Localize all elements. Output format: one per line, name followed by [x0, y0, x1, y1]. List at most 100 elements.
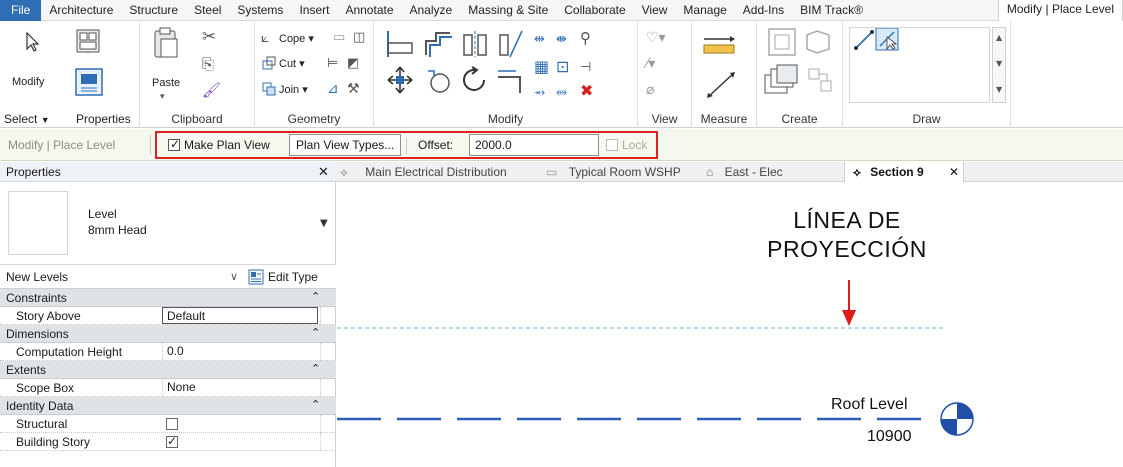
- story-above-field[interactable]: Default: [162, 307, 318, 324]
- collapse-icon[interactable]: ⌃: [311, 290, 320, 303]
- computation-height-field[interactable]: 0.0: [162, 343, 318, 360]
- type-dropdown-icon[interactable]: ▼: [320, 219, 328, 229]
- close-tab-icon[interactable]: ✕: [949, 162, 959, 182]
- split-with-gap-icon[interactable]: ⇼: [556, 33, 567, 46]
- gallery-expand-icon[interactable]: ▼: [996, 86, 1002, 94]
- type-properties-icon[interactable]: [74, 27, 102, 55]
- create-similar-icon[interactable]: [807, 67, 835, 95]
- array-icon[interactable]: ▦: [534, 59, 549, 75]
- paste-button[interactable]: Paste: [152, 77, 180, 89]
- make-plan-view-label[interactable]: Make Plan View: [184, 138, 270, 152]
- mirror-draw-axis-icon[interactable]: [496, 29, 526, 59]
- tab-insert[interactable]: Insert: [291, 0, 337, 21]
- tab-bim-track[interactable]: BIM Track®: [792, 0, 871, 21]
- close-icon[interactable]: ✕: [318, 164, 329, 180]
- tab-section-9[interactable]: ⟡ Section 9 ✕: [844, 162, 964, 182]
- split-face-icon[interactable]: ◫: [353, 31, 365, 44]
- tab-structure[interactable]: Structure: [121, 0, 186, 21]
- tab-collaborate[interactable]: Collaborate: [556, 0, 633, 21]
- collapse-icon[interactable]: ⌃: [311, 326, 320, 339]
- tab-analyze[interactable]: Analyze: [402, 0, 461, 21]
- cursor-arrow-icon[interactable]: [24, 31, 42, 53]
- pin-icon[interactable]: ⊣: [580, 61, 591, 74]
- create-group-icon[interactable]: [763, 63, 799, 97]
- join-button[interactable]: Join ▾: [279, 83, 308, 96]
- properties-palette-icon[interactable]: [74, 67, 104, 97]
- scroll-up-icon[interactable]: ▲: [996, 34, 1002, 42]
- building-story-checkbox[interactable]: ✓: [166, 434, 178, 448]
- demolish-icon[interactable]: ⊨: [327, 57, 338, 70]
- wall-joins-tool-icon[interactable]: ⊿: [327, 82, 339, 96]
- cut-button[interactable]: Cut ▾: [279, 57, 305, 70]
- group-extents[interactable]: Extents ⌃: [0, 361, 336, 379]
- edit-type-button[interactable]: Edit Type: [268, 270, 318, 284]
- remove-paint-icon[interactable]: ⚒: [347, 82, 360, 96]
- file-menu[interactable]: File: [0, 0, 42, 21]
- wall-joins-icon[interactable]: ▭: [333, 31, 345, 44]
- group-identity-data[interactable]: Identity Data ⌃: [0, 397, 336, 415]
- make-plan-view-checkbox[interactable]: ✓: [168, 137, 180, 151]
- level-head-icon[interactable]: [940, 402, 974, 436]
- tab-add-ins[interactable]: Add-Ins: [735, 0, 792, 21]
- paint-icon[interactable]: ◩: [347, 57, 359, 70]
- drawing-canvas[interactable]: LÍNEA DE PROYECCIÓN Roof Level 10900: [337, 182, 1123, 467]
- scope-box-field[interactable]: None: [162, 379, 318, 396]
- linework-icon[interactable]: ⌀: [646, 83, 654, 97]
- unpin-icon[interactable]: ⚲: [580, 31, 591, 46]
- move-icon[interactable]: [386, 65, 414, 95]
- trim-multiple-icon[interactable]: ⥈: [556, 85, 567, 99]
- create-parts-icon[interactable]: [803, 27, 833, 57]
- align-icon[interactable]: [384, 29, 416, 59]
- collapse-icon[interactable]: ⌃: [311, 398, 320, 411]
- level-elevation[interactable]: 10900: [867, 428, 912, 446]
- type-selector[interactable]: Level 8mm Head ▼: [0, 183, 336, 265]
- create-assembly-icon[interactable]: [767, 27, 797, 57]
- level-name[interactable]: Roof Level: [831, 396, 908, 414]
- tab-annotate[interactable]: Annotate: [337, 0, 401, 21]
- hide-in-view-icon[interactable]: ♡▾: [646, 31, 666, 45]
- split-element-icon[interactable]: ⇹: [534, 33, 545, 46]
- structural-checkbox[interactable]: [166, 418, 178, 430]
- edit-type-icon[interactable]: [248, 269, 264, 285]
- tab-massing-site[interactable]: Massing & Site: [460, 0, 556, 21]
- tab-typical-room-wshp[interactable]: ▭ Typical Room WSHP: [546, 162, 696, 182]
- aligned-dimension-icon[interactable]: [704, 69, 740, 101]
- modify-panel-label: Modify: [487, 112, 524, 126]
- override-graphics-icon[interactable]: ⁄▾: [646, 57, 655, 71]
- copy-icon[interactable]: ⎘: [202, 57, 214, 72]
- filter-dropdown-icon[interactable]: ∨: [230, 271, 238, 282]
- measure-icon[interactable]: [702, 33, 742, 57]
- collapse-icon[interactable]: ⌃: [311, 362, 320, 375]
- copy-element-icon[interactable]: [424, 65, 452, 95]
- tab-steel[interactable]: Steel: [186, 0, 229, 21]
- trim-single-icon[interactable]: ⥇: [534, 85, 545, 99]
- tab-modify-place-level[interactable]: Modify | Place Level: [997, 0, 1123, 21]
- modify-button[interactable]: Modify: [12, 76, 44, 88]
- group-constraints[interactable]: Constraints ⌃: [0, 289, 336, 307]
- match-properties-icon[interactable]: 🖌: [202, 83, 221, 98]
- cut-scissors-icon[interactable]: ✂: [202, 29, 216, 46]
- cope-button[interactable]: Cope ▾: [279, 32, 314, 45]
- mirror-pick-axis-icon[interactable]: [460, 29, 490, 59]
- rotate-icon[interactable]: [460, 65, 490, 95]
- select-dropdown[interactable]: Select ▼: [4, 112, 50, 126]
- plan-view-types-button[interactable]: Plan View Types...: [289, 134, 402, 156]
- offset-input[interactable]: 2000.0: [469, 134, 599, 156]
- lock-checkbox[interactable]: [606, 139, 618, 151]
- tab-architecture[interactable]: Architecture: [41, 0, 121, 21]
- draw-gallery-scrollbar[interactable]: ▲ ▼ ▼: [992, 27, 1006, 103]
- tab-main-electrical-distribution[interactable]: ⟡ Main Electrical Distribution: [340, 162, 530, 182]
- delete-icon[interactable]: ✖: [580, 83, 593, 99]
- tab-east-elec[interactable]: ⌂ East - Elec: [706, 162, 816, 182]
- scale-icon[interactable]: ⊡: [556, 59, 569, 75]
- offset-icon[interactable]: [422, 29, 454, 59]
- tab-systems[interactable]: Systems: [229, 0, 291, 21]
- scroll-down-icon[interactable]: ▼: [996, 60, 1002, 68]
- paste-dropdown-icon[interactable]: ▾: [160, 93, 165, 102]
- filter-label[interactable]: New Levels: [6, 270, 68, 284]
- tab-view[interactable]: View: [634, 0, 676, 21]
- tab-manage[interactable]: Manage: [675, 0, 734, 21]
- group-dimensions[interactable]: Dimensions ⌃: [0, 325, 336, 343]
- trim-extend-corner-icon[interactable]: [496, 65, 526, 95]
- paste-icon[interactable]: [152, 27, 180, 61]
